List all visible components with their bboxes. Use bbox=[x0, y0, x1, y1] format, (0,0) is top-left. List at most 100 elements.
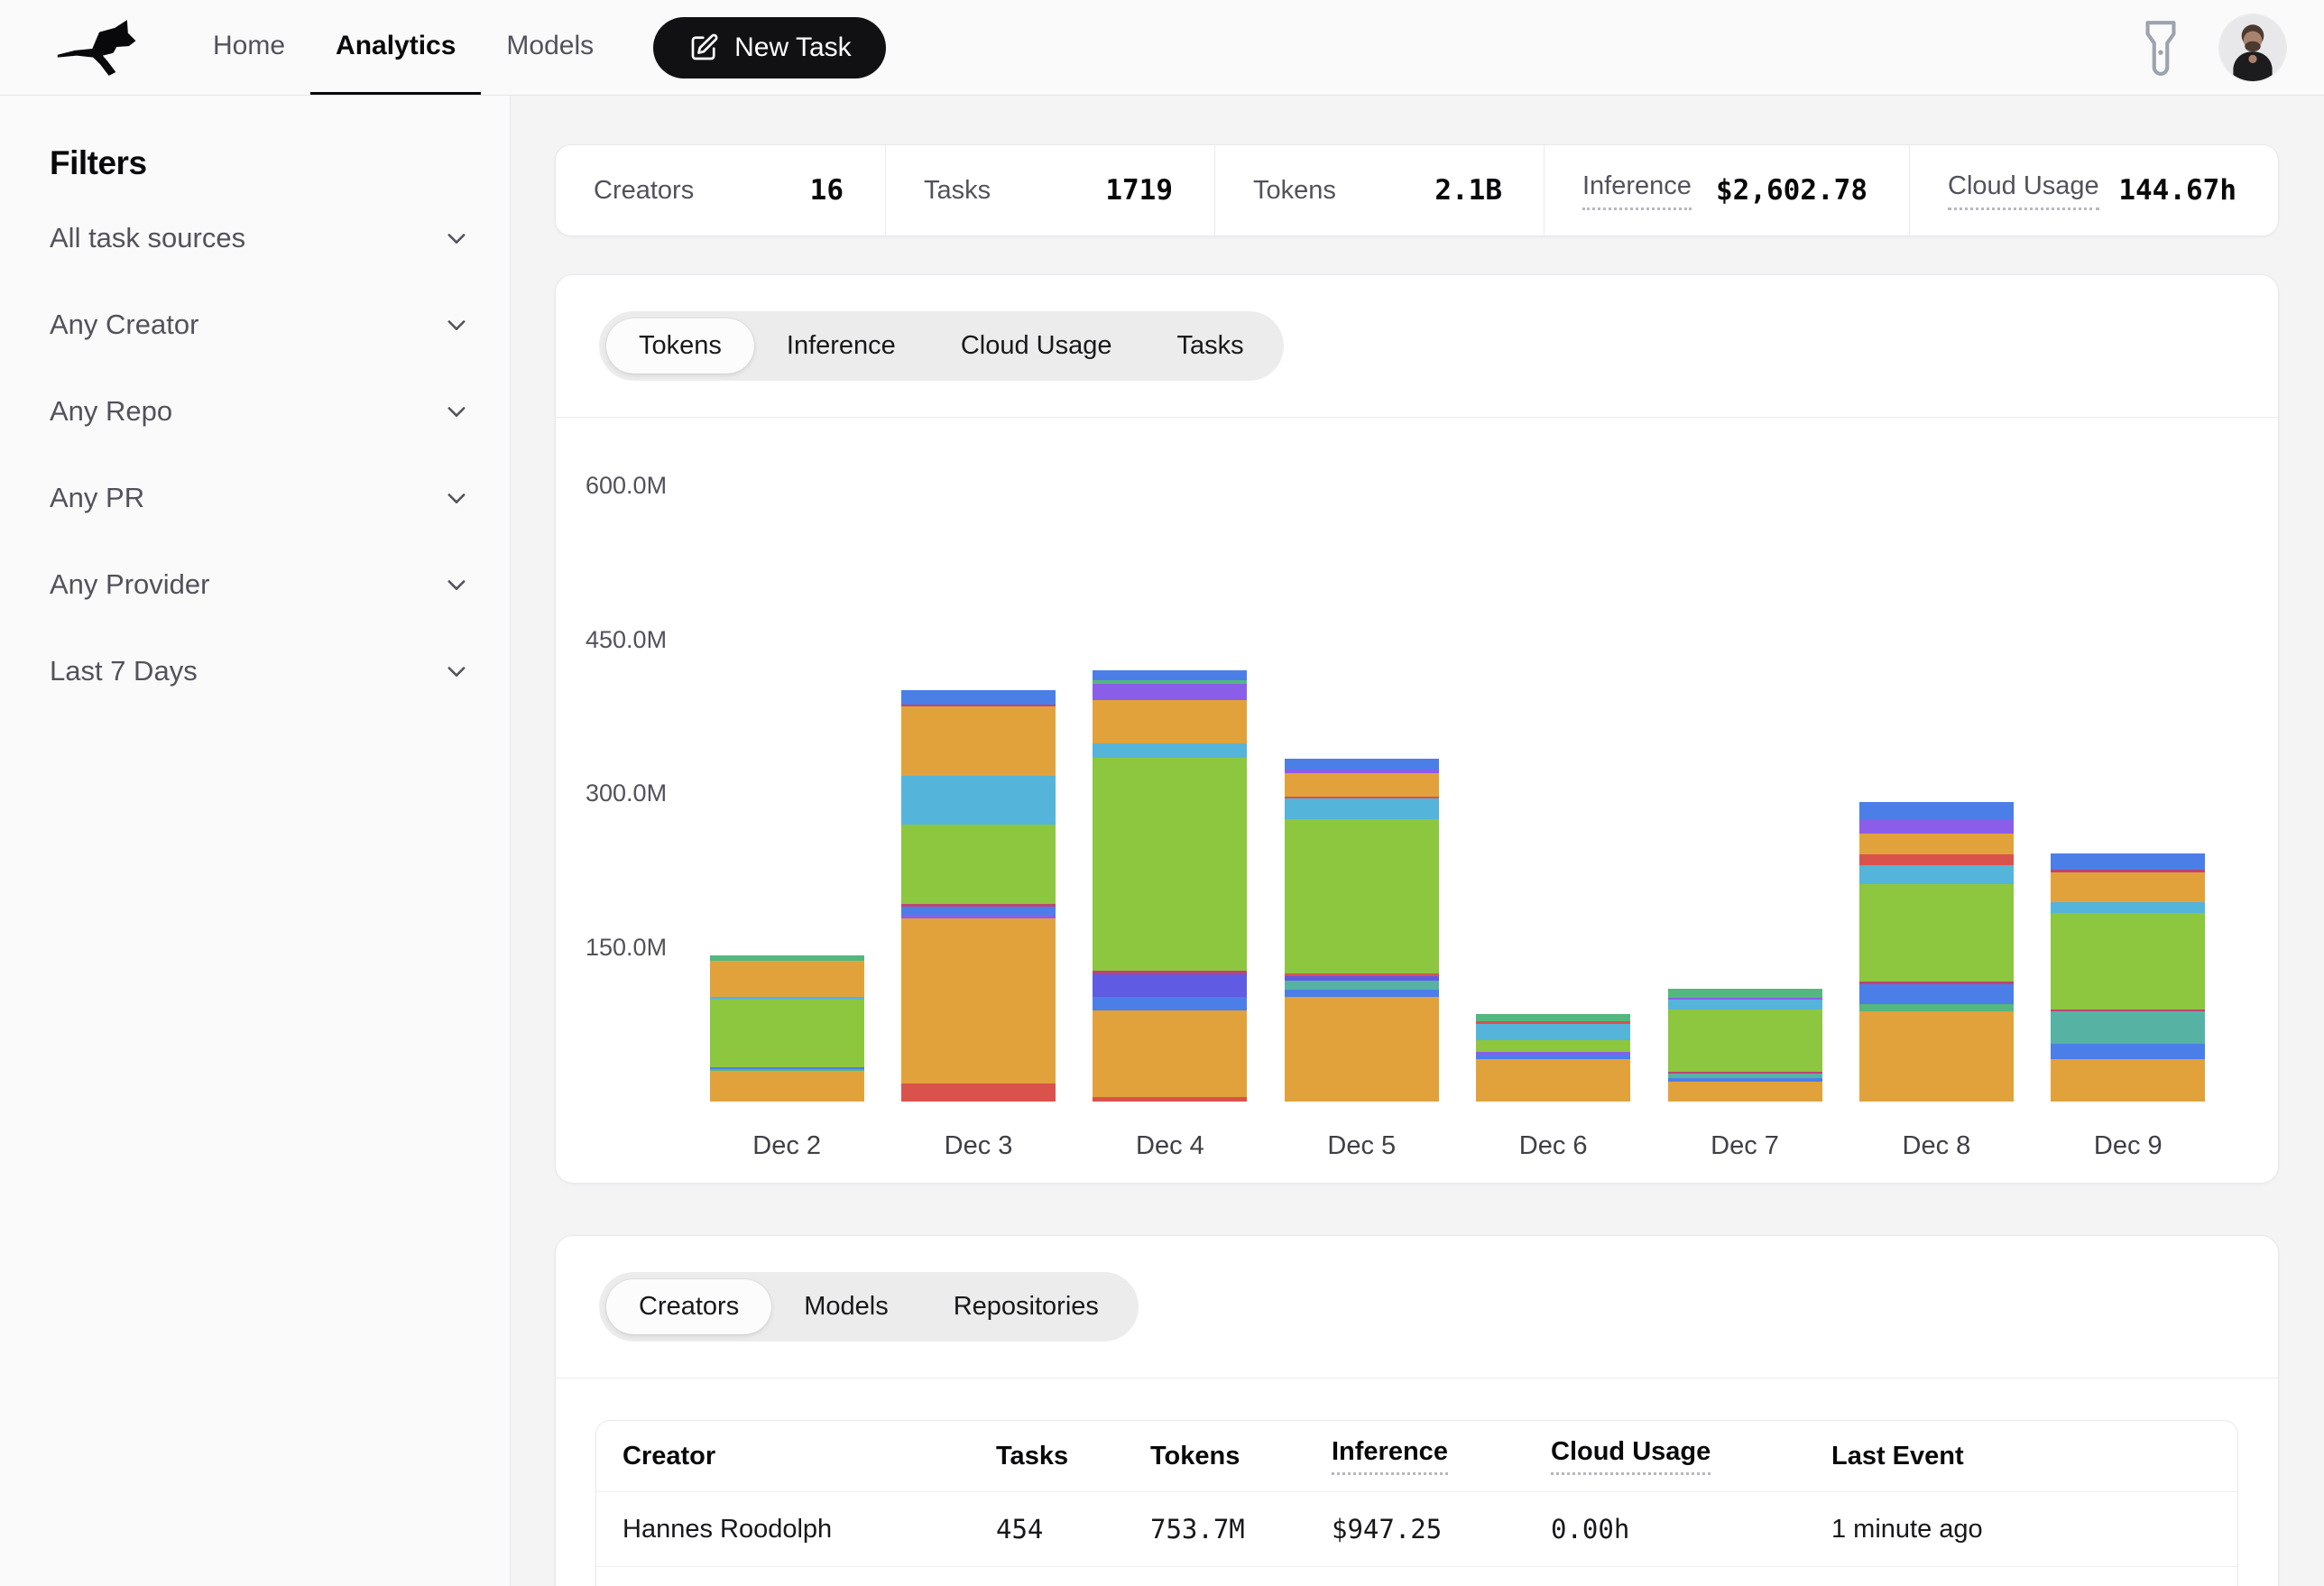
filter-repo[interactable]: Any Repo bbox=[50, 368, 469, 455]
col-cloud-usage[interactable]: Cloud Usage bbox=[1551, 1437, 1831, 1475]
bar-segment-cyan[interactable] bbox=[1859, 865, 2014, 883]
bar-segment-blue[interactable] bbox=[1285, 990, 1439, 997]
filter-date-range[interactable]: Last 7 Days bbox=[50, 628, 469, 715]
tab-inference[interactable]: Inference bbox=[754, 318, 928, 373]
bar-segment-orange[interactable] bbox=[1859, 834, 2014, 854]
filter-provider[interactable]: Any Provider bbox=[50, 541, 469, 628]
cell-tokens: 753.7M bbox=[1150, 1514, 1332, 1545]
bar-dec-8[interactable] bbox=[1859, 802, 2014, 1102]
bar-segment-green[interactable] bbox=[901, 825, 1056, 905]
bar-segment-blue[interactable] bbox=[1859, 802, 2014, 820]
bar-segment-orange[interactable] bbox=[901, 706, 1056, 776]
bar-segment-cyan[interactable] bbox=[1668, 1000, 1822, 1010]
y-axis-tick: 600.0M bbox=[586, 472, 667, 500]
bar-segment-orange[interactable] bbox=[1093, 1010, 1247, 1098]
new-task-button[interactable]: New Task bbox=[653, 17, 886, 78]
bar-segment-orange[interactable] bbox=[2051, 872, 2205, 902]
bar-segment-purple[interactable] bbox=[1859, 820, 2014, 834]
bar-dec-5[interactable] bbox=[1285, 759, 1439, 1102]
bar-dec-2[interactable] bbox=[710, 955, 864, 1102]
bar-dec-4[interactable] bbox=[1093, 670, 1247, 1102]
bar-segment-indigo[interactable] bbox=[1093, 974, 1247, 997]
col-tasks: Tasks bbox=[996, 1442, 1150, 1471]
bar-segment-orange[interactable] bbox=[2051, 1059, 2205, 1102]
bar-segment-blue[interactable] bbox=[2051, 853, 2205, 870]
filter-task-sources[interactable]: All task sources bbox=[50, 195, 469, 281]
tab-tokens[interactable]: Tokens bbox=[606, 318, 754, 373]
nav-analytics[interactable]: Analytics bbox=[310, 0, 481, 95]
bar-segment-cyan[interactable] bbox=[1285, 798, 1439, 819]
breakdown-card: Creators Models Repositories Creator Tas… bbox=[555, 1235, 2279, 1586]
bar-segment-teal[interactable] bbox=[1285, 981, 1439, 990]
bar-segment-blue[interactable] bbox=[1093, 670, 1247, 679]
stat-label-inference[interactable]: Inference bbox=[1582, 171, 1692, 210]
bar-segment-cyan[interactable] bbox=[901, 776, 1056, 825]
avatar[interactable] bbox=[2219, 14, 2286, 81]
tab-models[interactable]: Models bbox=[771, 1279, 921, 1334]
torch-icon[interactable] bbox=[2142, 19, 2180, 77]
bar-segment-green[interactable] bbox=[710, 1000, 864, 1067]
bar-dec-9[interactable] bbox=[2051, 853, 2205, 1102]
tab-cloud-usage[interactable]: Cloud Usage bbox=[928, 318, 1145, 373]
stat-label-cloud-usage[interactable]: Cloud Usage bbox=[1948, 171, 2099, 210]
tab-creators[interactable]: Creators bbox=[606, 1279, 771, 1334]
bar-segment-green[interactable] bbox=[1093, 758, 1247, 972]
analytics-dashboard: Home Analytics Models New Task bbox=[0, 0, 2324, 1586]
bar-segment-blue[interactable] bbox=[1285, 759, 1439, 769]
bar-segment-purple[interactable] bbox=[1093, 684, 1247, 700]
bar-segment-green[interactable] bbox=[1476, 1040, 1630, 1053]
bar-segment-orange[interactable] bbox=[1859, 1011, 2014, 1102]
stats-summary-card: Creators 16 Tasks 1719 Tokens 2.1B Infer… bbox=[555, 144, 2279, 236]
bar-segment-tealGreen[interactable] bbox=[1668, 989, 1822, 998]
bar-segment-cyan[interactable] bbox=[1476, 1024, 1630, 1040]
nav-home[interactable]: Home bbox=[188, 0, 310, 95]
kangaroo-logo-icon[interactable] bbox=[52, 0, 152, 95]
bar-segment-orange[interactable] bbox=[1476, 1059, 1630, 1102]
bar-segment-orange[interactable] bbox=[710, 1071, 864, 1102]
bar-segment-red[interactable] bbox=[1859, 854, 2014, 866]
bar-segment-cyan[interactable] bbox=[1093, 743, 1247, 758]
tab-repositories[interactable]: Repositories bbox=[921, 1279, 1131, 1334]
bar-segment-green[interactable] bbox=[1285, 819, 1439, 973]
table-row[interactable]: Rooviewer 440 544.3M $376.28 75.23h 3 mi… bbox=[596, 1566, 2237, 1586]
cell-last-event: 1 minute ago bbox=[1831, 1515, 2212, 1545]
nav-models[interactable]: Models bbox=[481, 0, 619, 95]
bar-segment-blue[interactable] bbox=[1093, 997, 1247, 1010]
bar-segment-orange[interactable] bbox=[1285, 773, 1439, 797]
cell-cloud-usage: 0.00h bbox=[1551, 1514, 1831, 1545]
bar-segment-blue[interactable] bbox=[2051, 1044, 2205, 1060]
bar-segment-orange[interactable] bbox=[1285, 997, 1439, 1102]
creators-table: Creator Tasks Tokens Inference Cloud Usa… bbox=[595, 1420, 2238, 1586]
bar-segment-red[interactable] bbox=[1093, 1097, 1247, 1102]
x-axis-label: Dec 6 bbox=[1458, 1131, 1649, 1161]
bar-segment-green[interactable] bbox=[2051, 913, 2205, 1010]
bar-segment-blue[interactable] bbox=[901, 690, 1056, 705]
bar-dec-6[interactable] bbox=[1476, 1014, 1630, 1102]
bar-segment-tealGreen[interactable] bbox=[1859, 1004, 2014, 1011]
bar-segment-tealGreen[interactable] bbox=[1476, 1014, 1630, 1021]
chevron-down-icon bbox=[444, 485, 469, 511]
bar-segment-blue[interactable] bbox=[1859, 984, 2014, 1004]
table-row[interactable]: Hannes Roodolph 454 753.7M $947.25 0.00h… bbox=[596, 1491, 2237, 1566]
bar-dec-7[interactable] bbox=[1668, 989, 1822, 1102]
col-last-event: Last Event bbox=[1831, 1442, 2212, 1471]
bar-segment-orange[interactable] bbox=[1093, 700, 1247, 743]
bar-segment-blue[interactable] bbox=[901, 907, 1056, 915]
bar-segment-green[interactable] bbox=[1668, 1010, 1822, 1072]
chevron-down-icon bbox=[444, 572, 469, 597]
bar-segment-orange[interactable] bbox=[901, 918, 1056, 1083]
filter-creator[interactable]: Any Creator bbox=[50, 281, 469, 368]
bar-segment-cyan[interactable] bbox=[2051, 902, 2205, 914]
bar-segment-green[interactable] bbox=[1859, 884, 2014, 982]
x-axis-label: Dec 5 bbox=[1266, 1131, 1457, 1161]
x-axis-label: Dec 7 bbox=[1649, 1131, 1840, 1161]
filter-label: Any Creator bbox=[50, 309, 198, 341]
filter-pr[interactable]: Any PR bbox=[50, 455, 469, 541]
bar-dec-3[interactable] bbox=[901, 690, 1056, 1102]
bar-segment-teal[interactable] bbox=[2051, 1011, 2205, 1043]
bar-segment-orange[interactable] bbox=[1668, 1082, 1822, 1102]
tab-tasks[interactable]: Tasks bbox=[1144, 318, 1276, 373]
bar-segment-orange[interactable] bbox=[710, 961, 864, 997]
bar-segment-red[interactable] bbox=[901, 1083, 1056, 1102]
col-inference[interactable]: Inference bbox=[1332, 1437, 1551, 1475]
